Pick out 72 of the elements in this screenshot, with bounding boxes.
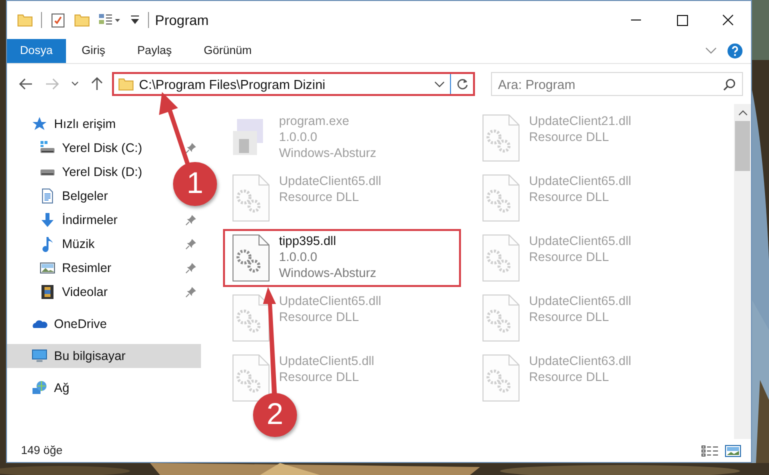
file-detail: Resource DLL (529, 369, 610, 385)
nav-item[interactable]: Resimler (7, 256, 201, 280)
back-arrow-icon[interactable] (19, 78, 33, 90)
nav-item[interactable]: Bu bilgisayar (7, 344, 201, 368)
star-icon (31, 116, 48, 132)
drive-icon (39, 168, 56, 176)
nav-item[interactable]: Yerel Disk (D:) (7, 160, 146, 184)
up-arrow-icon[interactable] (91, 77, 103, 91)
nav-item[interactable]: Belgeler (7, 184, 112, 208)
ribbon-tab[interactable]: Görünüm (188, 39, 268, 63)
scrollbar-thumb[interactable] (735, 121, 750, 171)
computer-icon (31, 348, 48, 364)
chevron-down-icon[interactable] (71, 81, 79, 87)
file-detail: Resource DLL (279, 369, 360, 385)
file-detail: Windows-Absturz (279, 145, 376, 161)
pin-icon[interactable] (185, 262, 197, 274)
dropdown-icon[interactable] (130, 14, 140, 26)
file-detail: Resource DLL (529, 309, 610, 325)
file-name: tipp395.dll (279, 233, 337, 249)
file-tile[interactable]: tipp395.dll 1.0.0.0 Windows-Absturz (223, 229, 461, 287)
address-path: C:\Program Files\Program Dizini (138, 76, 326, 92)
file-name: UpdateClient65.dll (279, 293, 382, 309)
file-detail: 1.0.0.0 (279, 129, 318, 145)
help-icon[interactable] (727, 43, 743, 59)
file-detail: Resource DLL (529, 129, 610, 145)
file-name: program.exe (279, 113, 350, 129)
checklist-icon[interactable] (50, 12, 66, 28)
file-name: UpdateClient21.dll (529, 113, 632, 129)
nav-item[interactable]: Ağ (7, 376, 74, 400)
search-field[interactable]: Ara: Program (491, 72, 743, 96)
pin-icon[interactable] (185, 286, 197, 298)
file-name: UpdateClient65.dll (279, 173, 382, 189)
chevron-down-icon[interactable] (434, 80, 444, 88)
window-title: Program (155, 12, 210, 28)
ribbon-tab[interactable]: Dosya (7, 39, 66, 63)
ribbon-tab[interactable]: Paylaş (121, 39, 188, 63)
nav-item[interactable]: Müzik (7, 232, 201, 256)
file-detail: Resource DLL (529, 249, 610, 265)
file-name: UpdateClient65.dll (529, 293, 632, 309)
pin-icon[interactable] (185, 214, 197, 226)
scroll-up-icon[interactable] (738, 109, 748, 117)
nav-item[interactable]: Hızlı erişim (7, 112, 120, 136)
file-detail: Resource DLL (529, 189, 610, 205)
nav-item[interactable]: OneDrive (7, 312, 111, 336)
pin-icon[interactable] (185, 142, 197, 154)
drive-icon (39, 140, 56, 156)
search-icon (723, 78, 736, 91)
nav-item[interactable]: İndirmeler (7, 208, 201, 232)
file-name: UpdateClient65.dll (529, 173, 632, 189)
item-count: 149 öğe (21, 444, 64, 456)
document-icon (39, 188, 56, 204)
file-detail: Resource DLL (279, 189, 360, 205)
file-name: UpdateClient65.dll (529, 233, 632, 249)
ribbon-tab[interactable]: Giriş (66, 39, 122, 63)
scrollbar[interactable] (734, 104, 751, 439)
refresh-icon[interactable] (456, 78, 468, 90)
nav-item[interactable]: Yerel Disk (C:) (7, 136, 201, 160)
down-arrow-icon (39, 212, 56, 228)
film-icon (39, 284, 56, 300)
file-name: UpdateClient5.dll (279, 353, 374, 369)
large-icons-view-icon[interactable] (725, 444, 741, 456)
file-name: UpdateClient63.dll (529, 353, 632, 369)
details-view-icon[interactable] (701, 444, 719, 456)
nav-item[interactable]: Videolar (7, 280, 201, 304)
picture-frame-icon (39, 260, 56, 276)
file-detail: Windows-Absturz (279, 265, 376, 281)
file-detail: Resource DLL (279, 309, 360, 325)
folder-icon (118, 76, 134, 92)
address-field[interactable]: C:\Program Files\Program Dizini (112, 72, 475, 96)
pin-icon[interactable] (185, 238, 197, 250)
network-icon (31, 380, 48, 396)
file-detail: 1.0.0.0 (279, 249, 318, 265)
